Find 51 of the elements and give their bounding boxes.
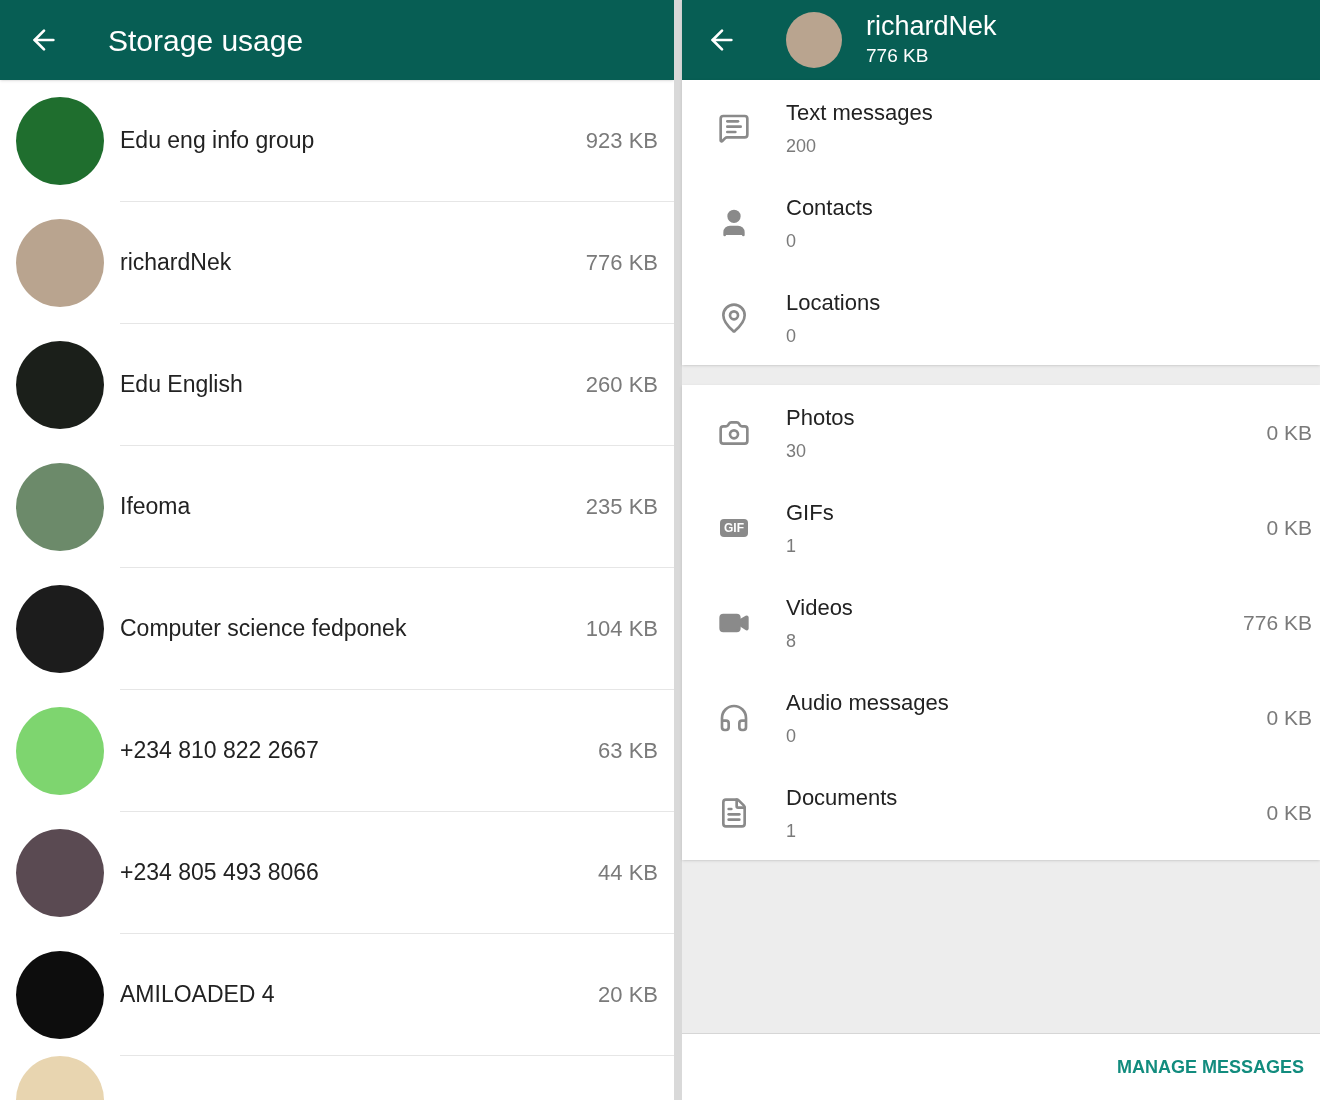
item-count: 200 bbox=[786, 134, 818, 158]
storage-size: 235 KB bbox=[585, 493, 658, 521]
category-label: Photos bbox=[786, 403, 856, 432]
chat-row[interactable]: +234 805 493 8066 44 KB bbox=[0, 812, 674, 934]
chat-name: AMILOADED 4 bbox=[120, 980, 276, 1010]
chat-row[interactable]: AMILOADED 4 20 KB bbox=[0, 934, 674, 1056]
manage-messages-button[interactable]: MANAGE MESSAGES bbox=[1116, 1053, 1304, 1081]
chat-name: Computer science fedponek bbox=[120, 614, 408, 644]
chat-row[interactable]: Computer science fedponek 104 KB bbox=[0, 568, 674, 690]
chat-name: richardNek bbox=[120, 248, 233, 278]
item-count: 8 bbox=[786, 629, 797, 653]
item-count: 0 bbox=[786, 229, 797, 253]
category-label: Text messages bbox=[786, 98, 934, 127]
chat-name: +234 805 493 8066 bbox=[120, 858, 320, 888]
item-count: 1 bbox=[786, 534, 797, 558]
chat-row[interactable]: +234 810 822 2667 63 KB bbox=[0, 690, 674, 812]
chat-row[interactable]: Ifeoma 235 KB bbox=[0, 446, 674, 568]
chat-name: Edu eng info group bbox=[120, 126, 316, 156]
storage-size: 104 KB bbox=[585, 615, 658, 643]
chat-name: Ifeoma bbox=[120, 492, 192, 522]
storage-size: 0 KB bbox=[1266, 799, 1312, 826]
contact-name: richardNek bbox=[866, 9, 997, 42]
item-count: 0 bbox=[786, 324, 797, 348]
storage-size: 776 KB bbox=[585, 249, 658, 277]
chat-name: Edu English bbox=[120, 370, 244, 400]
storage-size: 776 KB bbox=[866, 43, 930, 68]
chat-row[interactable]: Edu eng info group 923 KB bbox=[0, 80, 674, 202]
chat-name: +234 810 822 2667 bbox=[120, 736, 320, 766]
storage-size: 0 KB bbox=[1266, 514, 1312, 541]
storage-size: 776 KB bbox=[1243, 609, 1312, 636]
screen-title: Storage usage bbox=[108, 22, 304, 59]
category-label: Audio messages bbox=[786, 688, 950, 717]
category-label: Documents bbox=[786, 783, 899, 812]
storage-size: 20 KB bbox=[598, 981, 658, 1009]
chat-row[interactable]: Edu English 260 KB bbox=[0, 324, 674, 446]
item-count: 1 bbox=[786, 819, 797, 843]
category-label: Locations bbox=[786, 288, 882, 317]
storage-size: 63 KB bbox=[598, 737, 658, 765]
storage-size: 0 KB bbox=[1266, 704, 1312, 731]
storage-size: 923 KB bbox=[585, 127, 658, 155]
category-label: Contacts bbox=[786, 193, 874, 222]
gif-icon: GIF bbox=[720, 518, 748, 537]
category-label: Videos bbox=[786, 593, 854, 622]
item-count: 30 bbox=[786, 439, 808, 463]
storage-size: 260 KB bbox=[585, 371, 658, 399]
chat-row[interactable]: richardNek 776 KB bbox=[0, 202, 674, 324]
item-count: 0 bbox=[786, 724, 797, 748]
avatar bbox=[786, 12, 842, 68]
storage-size: 44 KB bbox=[598, 859, 658, 887]
storage-size: 0 KB bbox=[1266, 419, 1312, 446]
category-label: GIFs bbox=[786, 498, 835, 527]
